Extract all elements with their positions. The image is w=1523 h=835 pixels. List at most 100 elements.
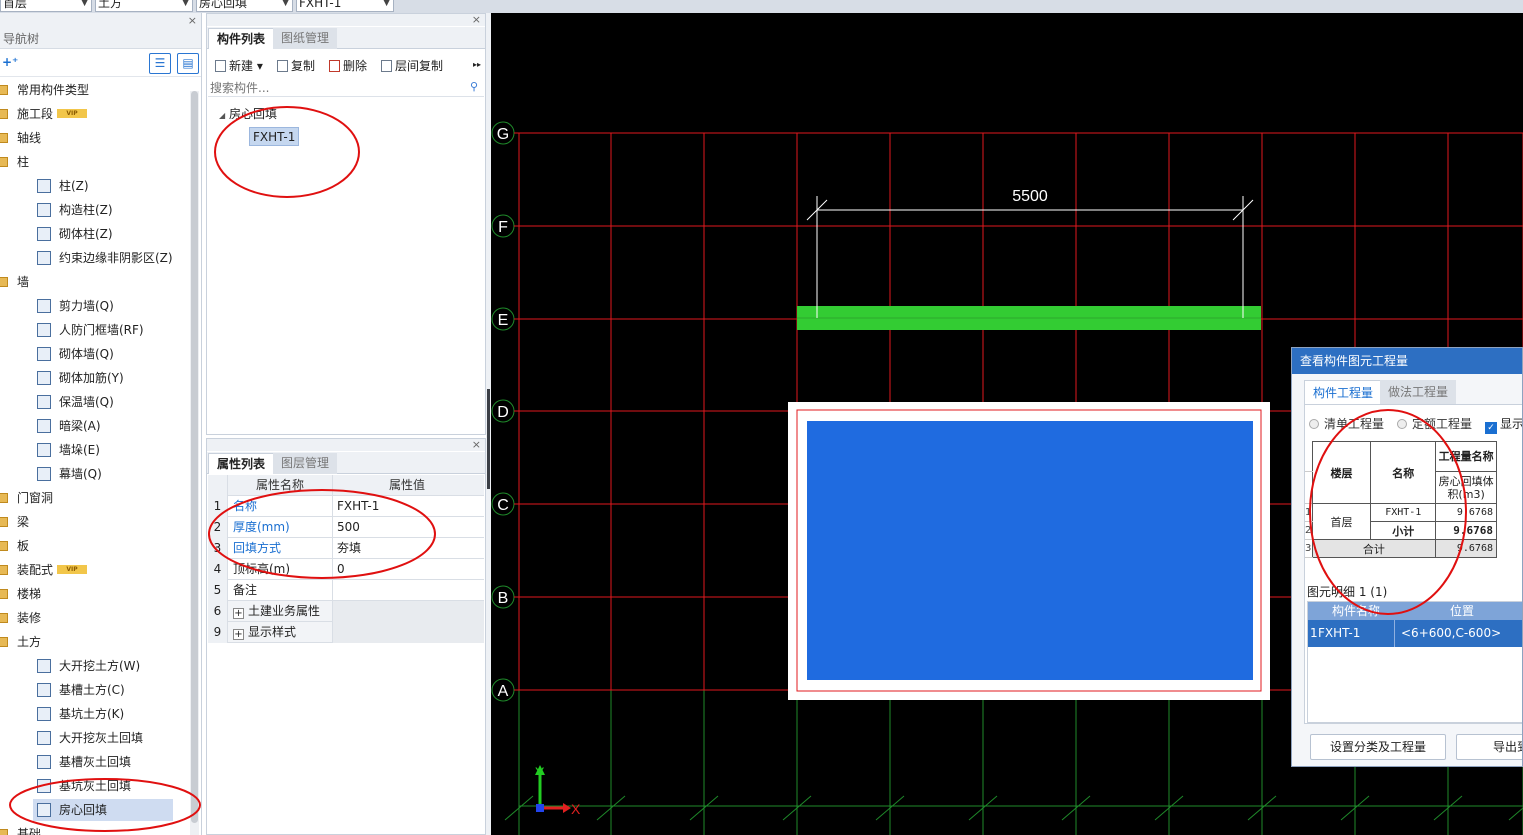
- detail-row-position: <6+600,C-600>: [1394, 620, 1522, 647]
- panel-top-strip: ×: [207, 438, 485, 451]
- set-classification-button[interactable]: 设置分类及工程量: [1310, 734, 1446, 760]
- dialog-tabs: 构件工程量 做法工程量: [1304, 380, 1522, 404]
- component-select[interactable]: FXHT-1 ▼: [296, 0, 394, 12]
- row-number: 2: [1305, 521, 1313, 540]
- add-icon[interactable]: +⁺: [2, 55, 18, 69]
- table-row[interactable]: 1 FXHT-1 <6+600,C-600>: [1308, 620, 1522, 647]
- close-icon[interactable]: ×: [188, 14, 197, 27]
- floor-copy-button-label: 层间复制: [395, 59, 444, 73]
- search-input[interactable]: [210, 80, 460, 96]
- axis-label: D: [497, 404, 509, 421]
- excavation-backfill-icon: [37, 731, 51, 745]
- table-row[interactable]: 3 回填方式 夯填: [208, 538, 484, 559]
- folder-icon: [0, 133, 8, 143]
- shear-wall-icon: [37, 299, 51, 313]
- property-value[interactable]: 0: [332, 559, 484, 580]
- table-row[interactable]: 2 厚度(mm) 500: [208, 517, 484, 538]
- tree-item[interactable]: 房心回填: [33, 799, 173, 821]
- tab-layer-management[interactable]: 图层管理: [273, 453, 338, 474]
- masonry-wall-icon: [37, 347, 51, 361]
- backfill-region[interactable]: [807, 421, 1253, 680]
- radio-icon: [1397, 419, 1407, 429]
- property-value[interactable]: [332, 622, 484, 643]
- table-row[interactable]: 4 顶标高(m) 0: [208, 559, 484, 580]
- close-icon[interactable]: ×: [472, 13, 481, 26]
- copy-button[interactable]: 复制: [277, 57, 315, 74]
- tree-item-label: 砌体墙(Q): [59, 347, 114, 361]
- insulation-wall-icon: [37, 395, 51, 409]
- tab-property-list[interactable]: 属性列表: [208, 453, 275, 474]
- category-select[interactable]: 土方 ▼: [95, 0, 193, 12]
- tree-item-label: 大开挖土方(W): [59, 659, 141, 673]
- radio-quota-quantity[interactable]: 定额工程量: [1397, 415, 1472, 432]
- delete-button[interactable]: 删除: [329, 57, 367, 74]
- component-tree-root[interactable]: ◢ 房心回填: [219, 105, 277, 122]
- tree-expand-icon[interactable]: ◢: [219, 111, 225, 120]
- new-button[interactable]: 新建 ▾: [215, 57, 263, 74]
- show-checkbox[interactable]: ✓ 显示: [1485, 415, 1523, 434]
- copy-icon: [277, 60, 288, 72]
- nav-scrollbar-thumb[interactable]: [191, 91, 198, 823]
- chevron-down-icon: ▼: [81, 0, 88, 8]
- show-checkbox-label: 显示: [1500, 417, 1523, 431]
- detail-table-header: 构件名称 位置: [1308, 602, 1522, 620]
- tree-item-label: 施工段: [17, 107, 54, 121]
- more-tools-button[interactable]: ▸▸: [473, 60, 481, 69]
- property-table-header: 属性名称 属性值: [208, 475, 484, 496]
- radio-bill-quantity-label: 清单工程量: [1324, 417, 1385, 431]
- property-tabs: 属性列表 图层管理: [207, 452, 485, 474]
- nav-toolbar: +⁺ ☰ ▤: [0, 50, 201, 77]
- detail-row-name: FXHT-1: [1318, 626, 1361, 640]
- table-row[interactable]: 1 名称 FXHT-1: [208, 496, 484, 517]
- total-label-cell: 合计: [1311, 539, 1437, 558]
- tree-item-label: 板: [17, 539, 30, 553]
- floor-copy-button[interactable]: 层间复制: [381, 57, 443, 74]
- table-row[interactable]: 9 + 显示样式: [208, 622, 484, 643]
- export-button[interactable]: 导出到: [1456, 734, 1522, 760]
- axis-label: F: [498, 219, 508, 236]
- property-value[interactable]: 夯填: [332, 538, 484, 559]
- tree-item-label: 基槽土方(C): [59, 683, 125, 697]
- property-value[interactable]: FXHT-1: [332, 496, 484, 517]
- property-value[interactable]: [332, 580, 484, 601]
- category-select-value: 土方: [98, 0, 123, 10]
- folder-icon: [0, 517, 8, 527]
- list-view-icon[interactable]: ☰: [149, 53, 171, 74]
- property-row-number: 2: [208, 517, 228, 538]
- property-value[interactable]: 500: [332, 517, 484, 538]
- tab-component-list[interactable]: 构件列表: [208, 28, 275, 49]
- tab-method-quantity[interactable]: 做法工程量: [1380, 380, 1457, 404]
- tab-drawing-management[interactable]: 图纸管理: [273, 28, 338, 49]
- nav-header: 导航树 ×: [0, 13, 201, 49]
- table-row[interactable]: 6 + 土建业务属性: [208, 601, 484, 622]
- ucs-x-arrow: [563, 803, 571, 813]
- masonry-column-icon: [37, 227, 51, 241]
- nav-scrollbar[interactable]: [190, 91, 199, 835]
- table-row[interactable]: 5 备注: [208, 580, 484, 601]
- search-icon[interactable]: ⚲: [470, 80, 478, 93]
- type-select[interactable]: 房心回填 ▼: [196, 0, 293, 12]
- detail-col-name: 构件名称: [1332, 604, 1381, 618]
- tab-component-quantity[interactable]: 构件工程量: [1304, 380, 1383, 404]
- component-item-fxht-1[interactable]: FXHT-1: [249, 127, 300, 146]
- radio-bill-quantity[interactable]: 清单工程量: [1309, 415, 1384, 432]
- folder-icon: [0, 493, 8, 503]
- folder-icon: [0, 277, 8, 287]
- tree-item-label: 装配式: [17, 563, 54, 577]
- expand-icon[interactable]: +: [233, 608, 244, 619]
- vip-badge: VIP: [57, 109, 87, 118]
- property-value[interactable]: [332, 601, 484, 622]
- new-button-label: 新建: [229, 59, 254, 73]
- splitter-grip[interactable]: [487, 389, 490, 489]
- grid-view-icon[interactable]: ▤: [177, 53, 199, 74]
- panel-top-strip: ×: [207, 13, 485, 26]
- property-row-number: 9: [208, 622, 228, 643]
- nav-title: 导航树: [3, 32, 40, 46]
- close-icon[interactable]: ×: [472, 438, 481, 451]
- dialog-title[interactable]: 查看构件图元工程量: [1292, 348, 1522, 374]
- radio-icon: [1309, 419, 1319, 429]
- floor-select[interactable]: 首层 ▼: [0, 0, 92, 12]
- property-row-number: 4: [208, 559, 228, 580]
- expand-icon[interactable]: +: [233, 629, 244, 640]
- curtain-wall-icon: [37, 467, 51, 481]
